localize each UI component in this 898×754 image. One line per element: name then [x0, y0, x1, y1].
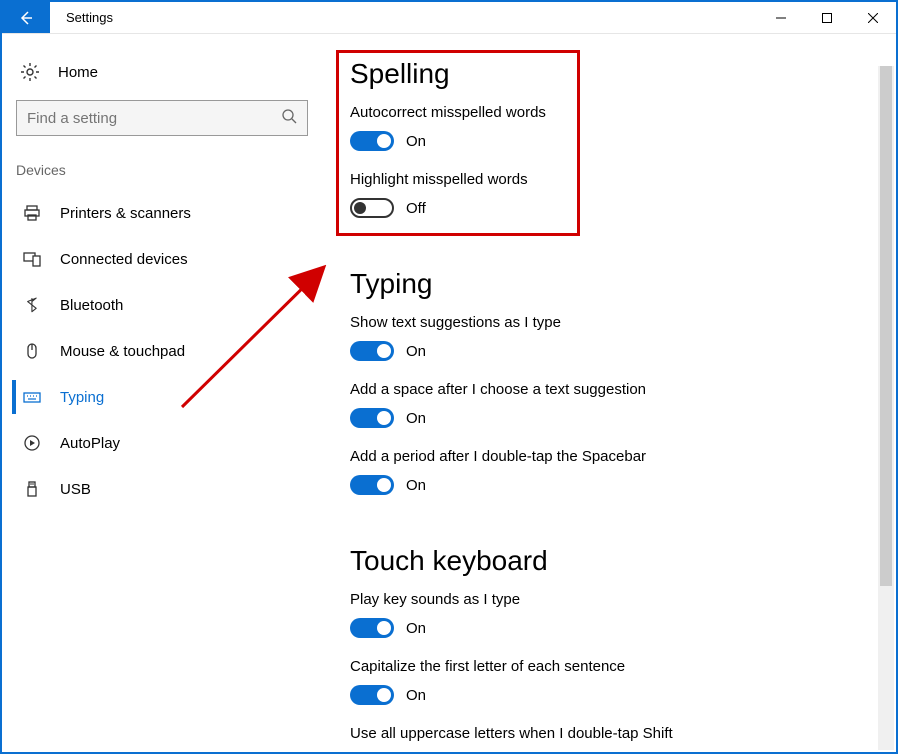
setting-uppercase-shift: Use all uppercase letters when I double-…	[350, 725, 872, 742]
sidebar-item-autoplay[interactable]: AutoPlay	[12, 420, 332, 466]
autoplay-icon	[22, 434, 42, 452]
sidebar-item-label: Mouse & touchpad	[60, 343, 185, 360]
toggle-capitalize-first[interactable]	[350, 685, 394, 705]
setting-add-space: Add a space after I choose a text sugges…	[350, 381, 872, 428]
toggle-state: On	[406, 133, 426, 150]
toggle-state: Off	[406, 200, 426, 217]
sidebar-item-typing[interactable]: Typing	[12, 374, 332, 420]
sidebar-item-mouse[interactable]: Mouse & touchpad	[12, 328, 332, 374]
toggle-add-space[interactable]	[350, 408, 394, 428]
setting-label: Add a space after I choose a text sugges…	[350, 381, 872, 398]
mouse-icon	[22, 342, 42, 360]
window-title: Settings	[50, 2, 113, 33]
search-box[interactable]	[16, 100, 308, 136]
sidebar-group-header: Devices	[12, 156, 332, 190]
toggle-autocorrect[interactable]	[350, 131, 394, 151]
setting-label: Show text suggestions as I type	[350, 314, 872, 331]
setting-capitalize-first: Capitalize the first letter of each sent…	[350, 658, 872, 705]
toggle-key-sounds[interactable]	[350, 618, 394, 638]
setting-label: Use all uppercase letters when I double-…	[350, 725, 872, 742]
setting-key-sounds: Play key sounds as I type On	[350, 591, 872, 638]
sidebar-item-label: USB	[60, 481, 91, 498]
section-title-spelling: Spelling	[350, 58, 872, 90]
usb-icon	[22, 480, 42, 498]
keyboard-icon	[22, 388, 42, 406]
bluetooth-icon	[22, 296, 42, 314]
home-nav[interactable]: Home	[12, 54, 332, 100]
window-controls	[758, 2, 896, 33]
toggle-state: On	[406, 477, 426, 494]
setting-label: Autocorrect misspelled words	[350, 104, 872, 121]
setting-text-suggestions: Show text suggestions as I type On	[350, 314, 872, 361]
sidebar-item-printers[interactable]: Printers & scanners	[12, 190, 332, 236]
toggle-text-suggestions[interactable]	[350, 341, 394, 361]
back-button[interactable]	[2, 2, 50, 33]
vertical-scrollbar[interactable]	[878, 66, 894, 750]
setting-label: Play key sounds as I type	[350, 591, 872, 608]
search-icon	[281, 108, 297, 128]
setting-add-period: Add a period after I double-tap the Spac…	[350, 448, 872, 495]
sidebar: Home Devices Printers & scanners Connect…	[2, 34, 332, 752]
sidebar-item-label: Bluetooth	[60, 297, 123, 314]
gear-icon	[20, 62, 40, 82]
setting-autocorrect: Autocorrect misspelled words On	[350, 104, 872, 151]
content-pane: Spelling Autocorrect misspelled words On…	[332, 34, 896, 752]
toggle-state: On	[406, 687, 426, 704]
sidebar-item-label: Printers & scanners	[60, 205, 191, 222]
setting-label: Add a period after I double-tap the Spac…	[350, 448, 872, 465]
close-button[interactable]	[850, 2, 896, 33]
sidebar-item-label: Typing	[60, 389, 104, 406]
maximize-button[interactable]	[804, 2, 850, 33]
toggle-highlight-misspelled[interactable]	[350, 198, 394, 218]
home-label: Home	[58, 64, 98, 81]
devices-icon	[22, 250, 42, 268]
setting-highlight-misspelled: Highlight misspelled words Off	[350, 171, 872, 218]
sidebar-item-connected-devices[interactable]: Connected devices	[12, 236, 332, 282]
toggle-state: On	[406, 343, 426, 360]
minimize-button[interactable]	[758, 2, 804, 33]
toggle-state: On	[406, 620, 426, 637]
titlebar: Settings	[2, 2, 896, 34]
section-title-touch-keyboard: Touch keyboard	[350, 545, 872, 577]
setting-label: Capitalize the first letter of each sent…	[350, 658, 872, 675]
sidebar-item-bluetooth[interactable]: Bluetooth	[12, 282, 332, 328]
scrollbar-thumb[interactable]	[880, 66, 892, 586]
printer-icon	[22, 204, 42, 222]
section-title-typing: Typing	[350, 268, 872, 300]
sidebar-item-label: Connected devices	[60, 251, 188, 268]
search-input[interactable]	[27, 110, 281, 127]
setting-label: Highlight misspelled words	[350, 171, 872, 188]
toggle-state: On	[406, 410, 426, 427]
sidebar-item-label: AutoPlay	[60, 435, 120, 452]
toggle-add-period[interactable]	[350, 475, 394, 495]
sidebar-item-usb[interactable]: USB	[12, 466, 332, 512]
